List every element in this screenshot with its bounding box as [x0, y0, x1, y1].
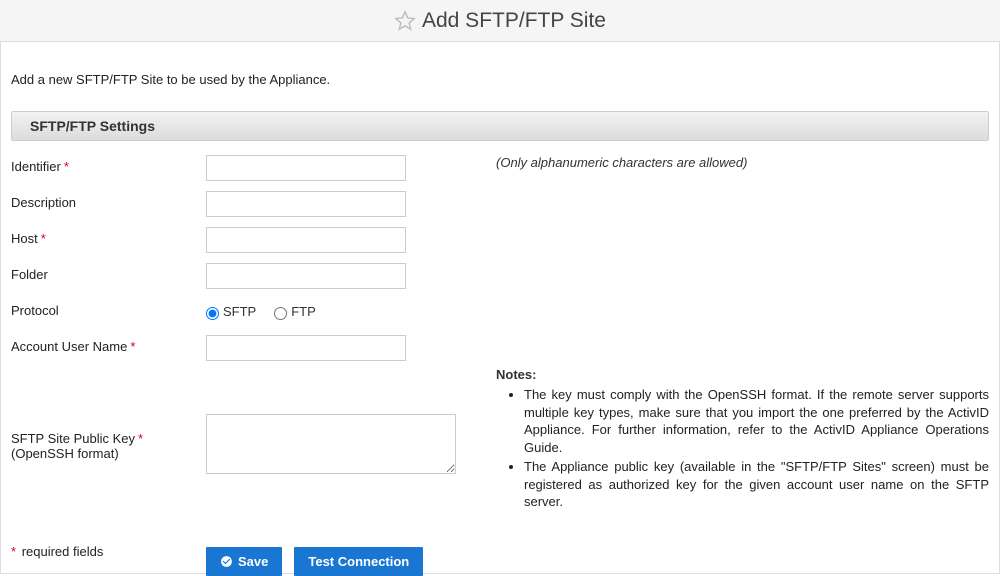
protocol-option-ftp[interactable]: FTP: [274, 304, 316, 319]
protocol-radio-sftp[interactable]: [206, 307, 219, 320]
account-label: Account User Name*: [11, 335, 206, 354]
account-label-text: Account User Name: [11, 339, 127, 354]
identifier-label: Identifier*: [11, 155, 206, 174]
page-title-wrap: Add SFTP/FTP Site: [394, 9, 606, 33]
protocol-label: Protocol: [11, 299, 206, 318]
protocol-sftp-text: SFTP: [223, 304, 256, 319]
content-area: Add a new SFTP/FTP Site to be used by th…: [0, 42, 1000, 574]
host-input[interactable]: [206, 227, 406, 253]
test-button-label: Test Connection: [308, 554, 409, 569]
section-header: SFTP/FTP Settings: [11, 111, 989, 141]
page-title: Add SFTP/FTP Site: [422, 9, 606, 33]
row-account: Account User Name*: [11, 335, 989, 361]
required-marker: *: [138, 431, 143, 446]
publickey-label-line2: (OpenSSH format): [11, 446, 206, 461]
save-button[interactable]: Save: [206, 547, 282, 576]
protocol-option-sftp[interactable]: SFTP: [206, 304, 256, 319]
row-protocol: Protocol SFTP FTP: [11, 299, 989, 325]
publickey-label: SFTP Site Public Key* (OpenSSH format): [11, 431, 206, 461]
description-input[interactable]: [206, 191, 406, 217]
page-header: Add SFTP/FTP Site: [0, 0, 1000, 42]
protocol-radio-group: SFTP FTP: [206, 299, 466, 325]
notes-item: The Appliance public key (available in t…: [524, 458, 989, 511]
save-button-label: Save: [238, 554, 268, 569]
description-label: Description: [11, 191, 206, 210]
identifier-hint: (Only alphanumeric characters are allowe…: [496, 155, 747, 170]
identifier-label-text: Identifier: [11, 159, 61, 174]
button-row: Save Test Connection: [206, 547, 989, 576]
host-label: Host*: [11, 227, 206, 246]
test-connection-button[interactable]: Test Connection: [294, 547, 423, 576]
identifier-input[interactable]: [206, 155, 406, 181]
host-label-text: Host: [11, 231, 38, 246]
protocol-radio-ftp[interactable]: [274, 307, 287, 320]
check-circle-icon: [220, 555, 233, 568]
row-description: Description: [11, 191, 989, 217]
folder-label: Folder: [11, 263, 206, 282]
required-footer-text: required fields: [22, 544, 104, 559]
row-host: Host*: [11, 227, 989, 253]
notes-list: The key must comply with the OpenSSH for…: [524, 386, 989, 511]
protocol-ftp-text: FTP: [291, 304, 316, 319]
notes-item: The key must comply with the OpenSSH for…: [524, 386, 989, 456]
folder-input[interactable]: [206, 263, 406, 289]
star-icon[interactable]: [394, 10, 416, 32]
intro-text: Add a new SFTP/FTP Site to be used by th…: [11, 72, 989, 87]
account-input[interactable]: [206, 335, 406, 361]
required-marker: *: [41, 231, 46, 246]
row-publickey: SFTP Site Public Key* (OpenSSH format) N…: [11, 379, 989, 513]
publickey-textarea[interactable]: [206, 414, 456, 474]
row-folder: Folder: [11, 263, 989, 289]
required-marker: *: [64, 159, 69, 174]
publickey-label-line1: SFTP Site Public Key: [11, 431, 135, 446]
notes-title: Notes:: [496, 367, 989, 382]
row-identifier: Identifier* (Only alphanumeric character…: [11, 155, 989, 181]
required-marker: *: [11, 544, 16, 559]
required-footer: * required fields: [11, 544, 103, 559]
required-marker: *: [130, 339, 135, 354]
